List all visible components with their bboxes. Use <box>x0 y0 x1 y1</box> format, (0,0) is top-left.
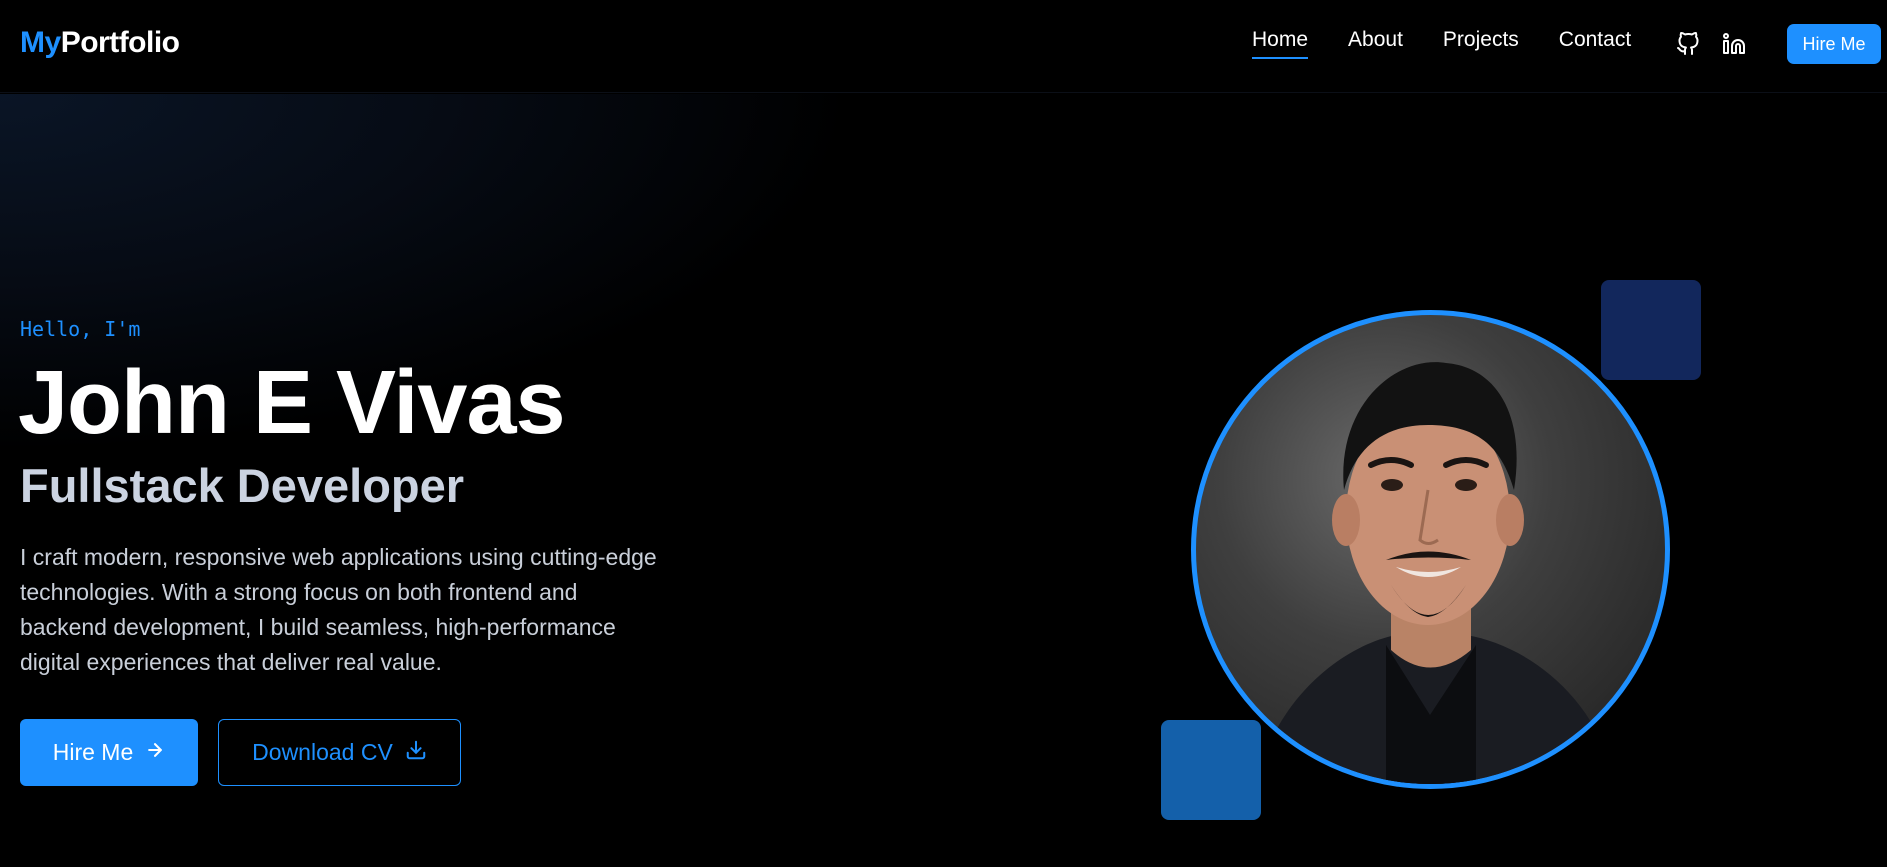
navbar: MyPortfolio Home About Projects Contact … <box>0 0 1887 93</box>
github-icon[interactable] <box>1675 30 1701 58</box>
decorative-square-bottom <box>1161 720 1261 820</box>
hero-description: I craft modern, responsive web applicati… <box>20 544 657 675</box>
hire-me-button[interactable]: Hire Me <box>20 719 198 786</box>
nav-link-home[interactable]: Home <box>1252 28 1309 59</box>
nav-link-about[interactable]: About <box>1348 28 1403 59</box>
hire-me-label: Hire Me <box>52 739 134 765</box>
hero-name: John E Vivas <box>18 353 566 453</box>
arrow-right-icon <box>145 739 165 766</box>
logo-accent: My <box>20 26 61 59</box>
download-icon <box>405 739 427 767</box>
profile-photo <box>1191 310 1670 789</box>
hero-greeting: Hello, I'm <box>20 317 141 341</box>
download-cv-label: Download CV <box>252 739 393 765</box>
download-cv-button[interactable]: Download CV <box>218 719 461 786</box>
logo-text: Portfolio <box>60 26 180 59</box>
nav-hire-me-button[interactable]: Hire Me <box>1787 24 1881 64</box>
decorative-square-top <box>1601 280 1701 380</box>
nav-links: Home About Projects Contact <box>1252 28 1631 59</box>
nav-link-projects[interactable]: Projects <box>1443 28 1519 59</box>
logo[interactable]: MyPortfolio <box>20 26 180 60</box>
nav-link-contact[interactable]: Contact <box>1559 28 1631 59</box>
hero-role: Fullstack Developer <box>20 459 465 512</box>
linkedin-icon[interactable] <box>1721 30 1747 58</box>
